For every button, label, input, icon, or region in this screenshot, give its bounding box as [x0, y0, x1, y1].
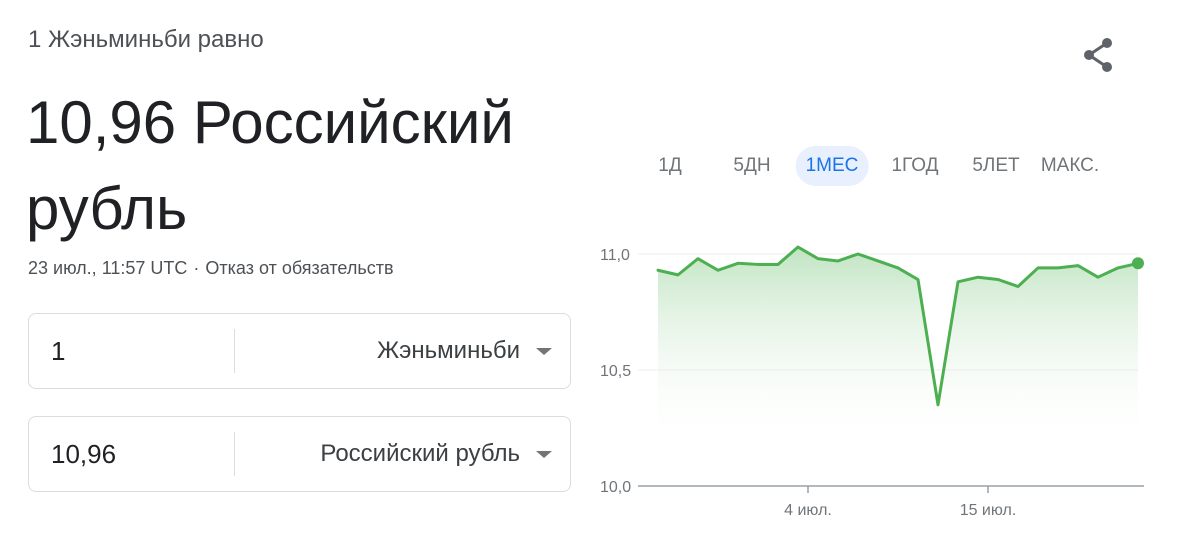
- latest-point-marker: [1132, 257, 1144, 270]
- to-amount-input[interactable]: [51, 417, 231, 491]
- data-point: [756, 262, 760, 266]
- data-point: [796, 245, 800, 249]
- range-tabs: 1Д 5ДН 1МЕС 1ГОД 5ЛЕТ МАКС.: [640, 146, 1130, 188]
- data-point: [1016, 284, 1020, 288]
- meta-line: 23 июл., 11:57 UTC · Отказ от обязательств: [28, 258, 394, 279]
- data-point: [1036, 266, 1040, 270]
- tab-1m[interactable]: 1МЕС: [795, 146, 869, 186]
- converted-value: 10,96 Российский рубль: [26, 89, 514, 242]
- data-point: [916, 278, 920, 282]
- from-amount-input[interactable]: [51, 314, 231, 388]
- data-point: [816, 257, 820, 261]
- data-point: [716, 268, 720, 272]
- tab-5d[interactable]: 5ДН: [723, 146, 780, 186]
- data-point: [1056, 266, 1060, 270]
- meta-separator: ·: [193, 258, 200, 278]
- data-point: [676, 273, 680, 277]
- data-point: [956, 280, 960, 284]
- divider: [234, 329, 235, 373]
- tab-5y[interactable]: 5ЛЕТ: [962, 146, 1029, 186]
- from-currency-label: Жэньминьби: [377, 337, 520, 364]
- exchange-rate-chart[interactable]: 11,0 10,5 10,0 4 июл. 15 июл.: [590, 220, 1160, 530]
- tab-max[interactable]: МАКС.: [1031, 146, 1109, 186]
- disclaimer-link[interactable]: Отказ от обязательств: [205, 258, 393, 278]
- chevron-down-icon: [536, 347, 552, 355]
- divider: [234, 432, 235, 476]
- share-button[interactable]: [1076, 34, 1120, 78]
- from-currency-select[interactable]: Жэньминьби: [377, 314, 552, 388]
- data-point: [876, 259, 880, 263]
- y-tick-label: 10,0: [600, 479, 631, 496]
- data-point: [896, 266, 900, 270]
- share-icon: [1084, 38, 1112, 72]
- from-converter-row: Жэньминьби: [28, 313, 571, 389]
- data-point: [736, 261, 740, 265]
- timestamp: 23 июл., 11:57 UTC: [28, 258, 188, 278]
- y-tick-label: 11,0: [600, 247, 630, 264]
- chevron-down-icon: [536, 450, 552, 458]
- to-currency-select[interactable]: Российский рубль: [320, 417, 552, 491]
- data-point: [836, 259, 840, 263]
- data-point: [1076, 264, 1080, 268]
- data-point: [1116, 266, 1120, 270]
- tab-1y[interactable]: 1ГОД: [881, 146, 948, 186]
- data-point: [996, 278, 1000, 282]
- data-point: [776, 262, 780, 266]
- x-tick-label: 15 июл.: [960, 502, 1017, 519]
- data-point: [856, 252, 860, 256]
- data-point: [976, 275, 980, 279]
- series-area: [658, 247, 1138, 450]
- data-point: [1096, 275, 1100, 279]
- to-currency-label: Российский рубль: [320, 440, 520, 467]
- subtitle: 1 Жэньминьби равно: [28, 26, 264, 53]
- to-converter-row: Российский рубль: [28, 416, 571, 492]
- data-point: [936, 403, 940, 407]
- x-tick-label: 4 июл.: [784, 502, 832, 519]
- data-point: [696, 257, 700, 261]
- tab-1d[interactable]: 1Д: [648, 146, 691, 186]
- y-tick-label: 10,5: [600, 363, 631, 380]
- data-point: [656, 268, 660, 272]
